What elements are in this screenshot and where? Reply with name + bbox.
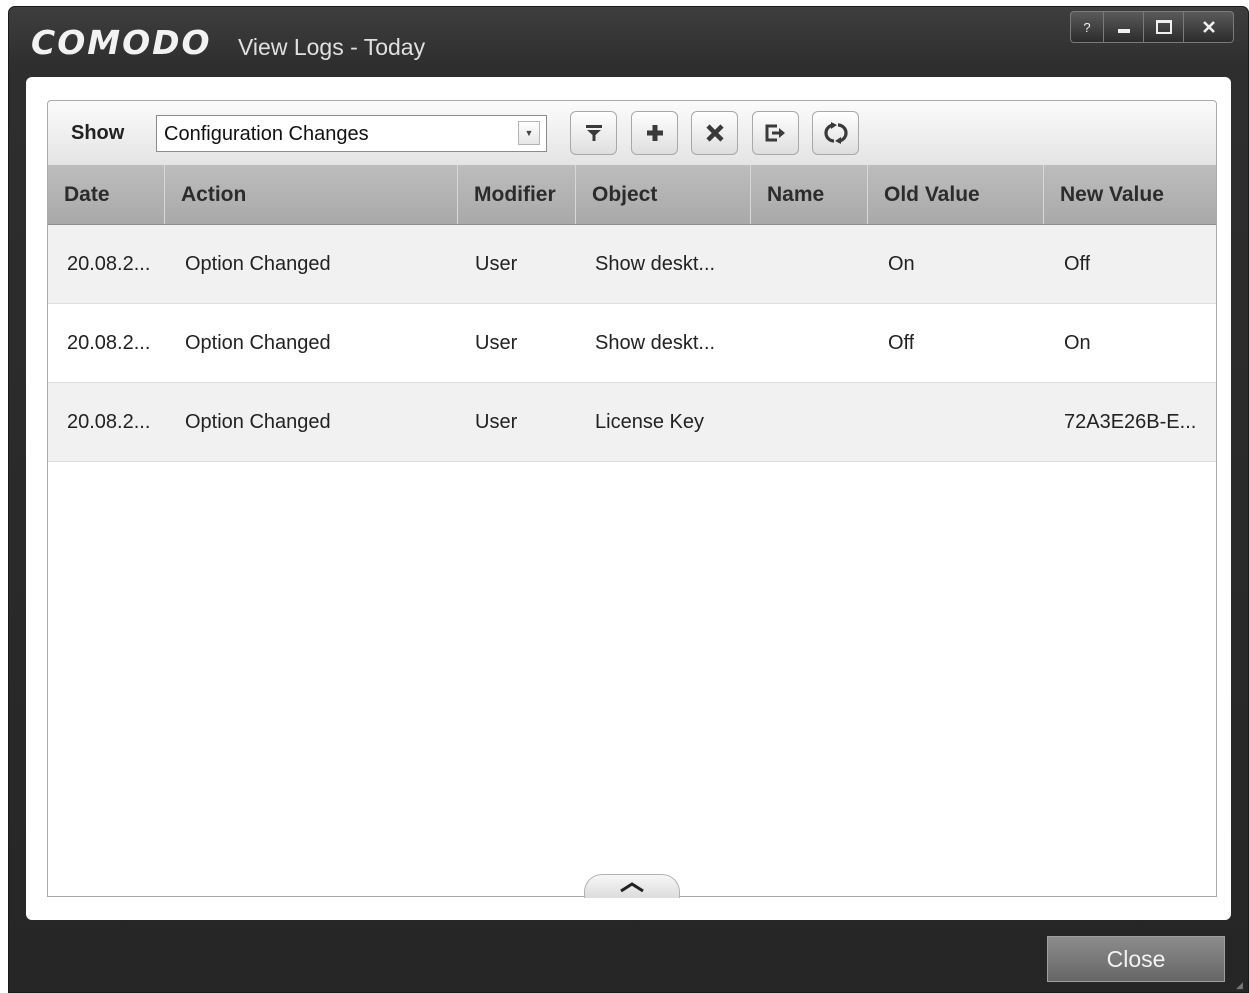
cell-date: 20.08.2... — [67, 332, 151, 354]
view-logs-window: COMODO View Logs - Today ? Show Configur… — [8, 6, 1249, 993]
refresh-button[interactable] — [812, 111, 859, 155]
minimize-button[interactable] — [1104, 11, 1144, 43]
cell-old-value: On — [888, 253, 915, 275]
column-header-object[interactable]: Object — [576, 165, 751, 224]
content-area: Show Configuration Changes ▼ Date Action… — [26, 77, 1231, 920]
cell-action: Option Changed — [185, 253, 331, 275]
chevron-up-icon — [620, 881, 644, 892]
table-row[interactable]: 20.08.2... Option Changed User Show desk… — [48, 304, 1216, 383]
cell-object: Show deskt... — [595, 253, 716, 275]
chevron-down-icon[interactable]: ▼ — [518, 121, 540, 145]
refresh-icon — [823, 122, 848, 144]
table-row[interactable]: 20.08.2... Option Changed User Show desk… — [48, 225, 1216, 304]
column-header-new-value[interactable]: New Value — [1044, 165, 1216, 224]
cell-object: License Key — [595, 411, 704, 433]
delete-icon — [705, 124, 724, 142]
help-icon: ? — [1083, 19, 1091, 35]
add-button[interactable] — [631, 111, 678, 155]
cell-action: Option Changed — [185, 332, 331, 354]
table-header: Date Action Modifier Object Name Old Val… — [48, 165, 1216, 225]
title-bar[interactable]: COMODO View Logs - Today ? — [9, 7, 1248, 75]
cell-modifier: User — [475, 253, 518, 275]
cell-object: Show deskt... — [595, 332, 716, 354]
resize-grip-icon[interactable]: ◢ — [1236, 980, 1246, 990]
column-header-action[interactable]: Action — [165, 165, 458, 224]
filter-icon — [585, 125, 602, 141]
export-button[interactable] — [752, 111, 799, 155]
column-header-name[interactable]: Name — [751, 165, 868, 224]
cell-new-value: Off — [1064, 253, 1091, 275]
dropdown-selected-value: Configuration Changes — [164, 123, 369, 145]
table-row[interactable]: 20.08.2... Option Changed User License K… — [48, 383, 1216, 462]
cell-modifier: User — [475, 411, 518, 433]
maximize-button[interactable] — [1144, 11, 1184, 43]
column-header-date[interactable]: Date — [48, 165, 165, 224]
close-button[interactable]: Close — [1047, 936, 1225, 982]
delete-button[interactable] — [691, 111, 738, 155]
filter-button[interactable] — [570, 111, 617, 155]
add-icon — [646, 125, 663, 141]
column-header-modifier[interactable]: Modifier — [458, 165, 576, 224]
log-type-dropdown[interactable]: Configuration Changes ▼ — [156, 115, 547, 152]
column-header-old-value[interactable]: Old Value — [868, 165, 1044, 224]
show-label: Show — [71, 122, 125, 144]
cell-modifier: User — [475, 332, 518, 354]
cell-action: Option Changed — [185, 411, 331, 433]
cell-date: 20.08.2... — [67, 411, 151, 433]
logs-panel: Show Configuration Changes ▼ Date Action… — [47, 100, 1217, 898]
help-button[interactable]: ? — [1070, 11, 1104, 43]
cell-date: 20.08.2... — [67, 253, 151, 275]
maximize-icon — [1155, 20, 1172, 34]
close-window-button[interactable] — [1184, 11, 1234, 43]
window-controls: ? — [1070, 11, 1234, 43]
comodo-logo: COMODO — [31, 23, 212, 62]
export-icon — [765, 124, 785, 142]
cell-old-value: Off — [888, 332, 915, 354]
close-icon — [1202, 21, 1215, 33]
cell-new-value: 72A3E26B-E... — [1064, 411, 1197, 433]
cell-new-value: On — [1064, 332, 1091, 354]
minimize-icon — [1117, 29, 1130, 33]
window-title: View Logs - Today — [238, 34, 426, 60]
logs-toolbar: Show Configuration Changes ▼ — [48, 101, 1216, 166]
collapse-details-button[interactable] — [584, 874, 680, 898]
